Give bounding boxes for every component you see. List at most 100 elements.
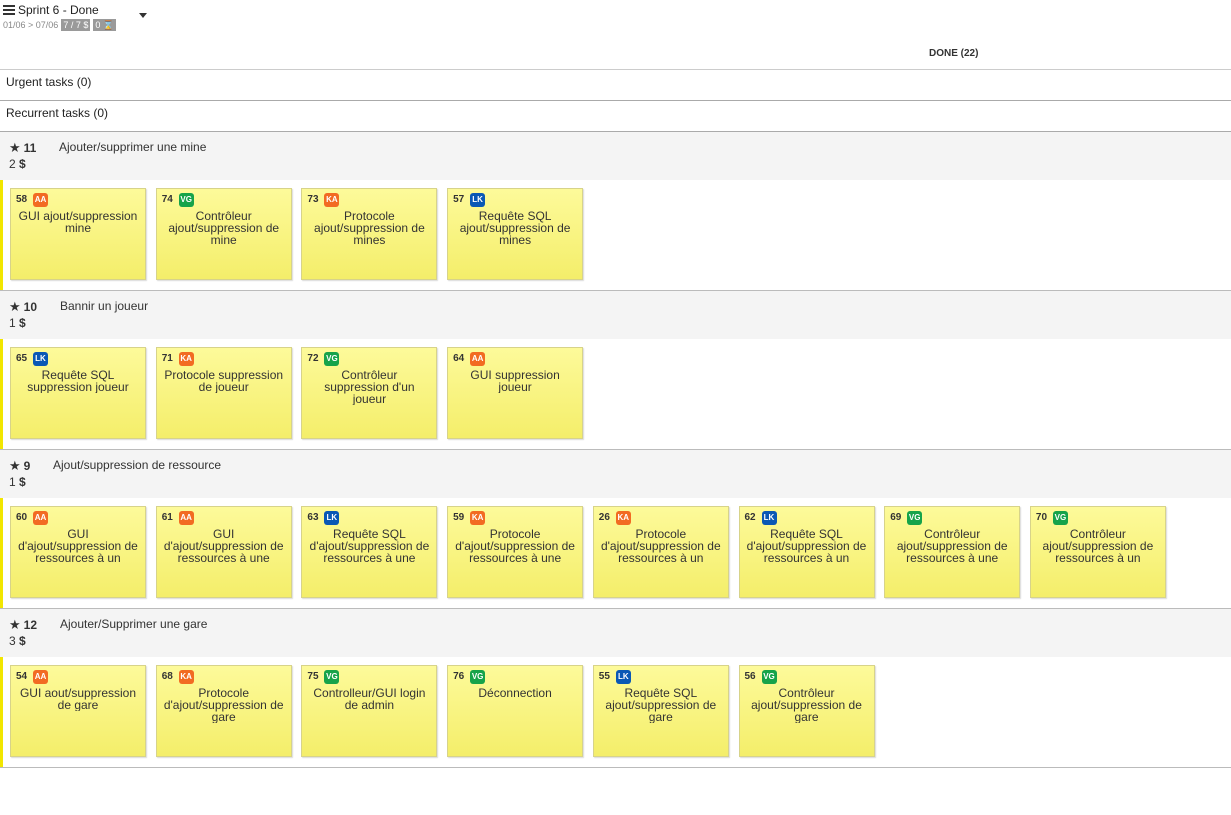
- user-avatar: KA: [615, 511, 631, 525]
- star-icon: ★: [9, 299, 21, 314]
- task-id: 64: [453, 353, 465, 364]
- sprint-header: Sprint 6 - Done 01/06 > 07/06 7 / 7 $ 0 …: [0, 0, 1231, 70]
- task-card[interactable]: 72 VG Contrôleur suppression d'un joueur: [301, 347, 438, 439]
- task-card[interactable]: 26 KA Protocole d'ajout/suppression de res…: [592, 506, 729, 598]
- story-points-value: 2: [9, 157, 16, 171]
- user-avatar: AA: [178, 511, 194, 525]
- task-id: 62: [744, 512, 756, 523]
- story-header[interactable]: ★ 9 Ajout/suppression de ressource 1 $: [0, 450, 1231, 498]
- task-text: Protocole ajout/suppression de mines: [314, 210, 425, 246]
- sprint-meta: 01/06 > 07/06 7 / 7 $ 0 ⌛: [3, 19, 117, 31]
- story-points: 1 $: [9, 316, 26, 330]
- task-card[interactable]: 63 LK Requête SQL d'ajout/suppression de r…: [301, 506, 438, 598]
- sprint-list-icon: [3, 5, 15, 15]
- user-avatar: VG: [324, 352, 340, 366]
- task-card[interactable]: 60 AA GUI d'ajout/suppression de ressource…: [10, 506, 146, 598]
- task-cards: 60 AA GUI d'ajout/suppression de ressource…: [0, 498, 1231, 608]
- story-id: 12: [23, 618, 38, 632]
- task-text: Contrôleur ajout/suppression de mine: [168, 210, 280, 246]
- story-number: ★ 10: [9, 299, 37, 315]
- story-number: ★ 9: [9, 458, 30, 474]
- task-card[interactable]: 59 KA Protocole d'ajout/suppression de res…: [447, 506, 584, 598]
- urgent-tasks-row[interactable]: Urgent tasks (0): [0, 70, 1231, 101]
- task-id: 26: [598, 512, 610, 523]
- recurrent-tasks-label: Recurrent tasks (0): [6, 106, 109, 120]
- task-text: Controlleur/GUI login de admin: [313, 687, 426, 711]
- recurrent-tasks-row[interactable]: Recurrent tasks (0): [0, 101, 1231, 132]
- story-id: 11: [23, 141, 37, 155]
- task-card[interactable]: 73 KA Protocole ajout/suppression de mines: [301, 188, 438, 280]
- user-avatar: LK: [761, 511, 777, 525]
- column-header-done: DONE (22): [929, 48, 979, 59]
- task-id: 69: [890, 512, 902, 523]
- task-card[interactable]: 61 AA GUI d'ajout/suppression de ressource…: [155, 506, 292, 598]
- task-card[interactable]: 71 KA Protocole suppression de joueur: [155, 347, 292, 439]
- star-icon: ★: [9, 140, 21, 155]
- story-number: ★ 12: [9, 617, 37, 633]
- task-cards: 65 LK Requête SQL suppression joueur 71 KA Pr…: [0, 339, 1231, 449]
- task-id: 68: [161, 671, 173, 682]
- task-text: GUI ajout/suppression mine: [18, 210, 138, 234]
- story-header[interactable]: ★ 12 Ajouter/Supprimer une gare 3 $: [0, 609, 1231, 657]
- urgent-tasks-label: Urgent tasks (0): [6, 75, 92, 89]
- task-id: 57: [453, 194, 465, 205]
- dollar-icon: $: [19, 157, 26, 171]
- task-card[interactable]: 76 VG Déconnection: [447, 665, 584, 757]
- story-points-value: 1: [9, 316, 16, 330]
- user-avatar: KA: [178, 670, 194, 684]
- task-cards: 54 AA GUI aout/suppression de gare 68 KA Prot…: [0, 657, 1231, 767]
- points-badge: 7 / 7 $: [61, 19, 91, 31]
- task-card[interactable]: 64 AA GUI suppression joueur: [447, 347, 584, 439]
- story-header[interactable]: ★ 10 Bannir un joueur 1 $: [0, 291, 1231, 339]
- task-text: Requête SQL ajout/suppression de gare: [605, 687, 717, 723]
- task-card[interactable]: 56 VG Contrôleur ajout/suppression de gare: [738, 665, 875, 757]
- story-points-value: 1: [9, 475, 16, 489]
- sprint-selector[interactable]: Sprint 6 - Done: [3, 3, 99, 17]
- story-points: 2 $: [9, 157, 26, 171]
- task-card[interactable]: 57 LK Requête SQL ajout/suppression de min…: [447, 188, 584, 280]
- task-id: 71: [161, 353, 173, 364]
- task-text: Déconnection: [478, 687, 552, 699]
- task-text: Requête SQL suppression joueur: [27, 369, 129, 393]
- task-id: 65: [16, 353, 28, 364]
- story-points: 1 $: [9, 475, 26, 489]
- story-title[interactable]: Bannir un joueur: [60, 299, 148, 313]
- task-card[interactable]: 65 LK Requête SQL suppression joueur: [10, 347, 146, 439]
- user-avatar: VG: [761, 670, 777, 684]
- user-avatar: LK: [324, 511, 340, 525]
- task-card[interactable]: 70 VG Contrôleur ajout/suppression de ress…: [1029, 506, 1166, 598]
- task-text: Requête SQL d'ajout/suppression de resso…: [309, 528, 430, 564]
- task-id: 70: [1035, 512, 1048, 523]
- dollar-icon: $: [19, 475, 26, 489]
- task-card[interactable]: 69 VG Contrôleur ajout/suppression de ress…: [884, 506, 1021, 598]
- user-avatar: AA: [470, 352, 486, 366]
- user-avatar: KA: [324, 193, 340, 207]
- task-id: 63: [307, 512, 319, 523]
- task-text: Contrôleur suppression d'un joueur: [324, 369, 415, 405]
- story-title[interactable]: Ajouter/supprimer une mine: [59, 140, 206, 154]
- task-id: 73: [307, 194, 319, 205]
- task-card[interactable]: 74 VG Contrôleur ajout/suppression de mine: [155, 188, 292, 280]
- task-id: 76: [453, 671, 465, 682]
- task-card[interactable]: 55 LK Requête SQL ajout/suppression de gar…: [592, 665, 729, 757]
- task-text: Contrôleur ajout/suppression de ressourc…: [1042, 528, 1154, 564]
- chevron-down-icon[interactable]: [139, 13, 147, 18]
- task-card[interactable]: 68 KA Protocole d'ajout/suppression de gar…: [155, 665, 292, 757]
- story-header[interactable]: ★ 11 Ajouter/supprimer une mine 2 $: [0, 132, 1231, 180]
- task-card[interactable]: 58 AA GUI ajout/suppression mine: [10, 188, 146, 280]
- user-avatar: VG: [907, 511, 923, 525]
- task-card[interactable]: 62 LK Requête SQL d'ajout/suppression de r…: [738, 506, 875, 598]
- user-avatar: AA: [33, 670, 48, 684]
- user-avatar: LK: [615, 670, 631, 684]
- task-id: 60: [16, 512, 28, 523]
- story-title[interactable]: Ajouter/Supprimer une gare: [60, 617, 207, 631]
- story-row: ★ 10 Bannir un joueur 1 $ 65 LK Requête SQL su…: [0, 291, 1231, 450]
- task-id: 74: [161, 194, 173, 205]
- dollar-icon: $: [19, 634, 26, 648]
- story-id: 9: [23, 459, 31, 473]
- task-card[interactable]: 54 AA GUI aout/suppression de gare: [10, 665, 146, 757]
- task-text: Contrôleur ajout/suppression de ressourc…: [896, 528, 1008, 564]
- task-card[interactable]: 75 VG Controlleur/GUI login de admin: [301, 665, 438, 757]
- task-id: 56: [744, 671, 756, 682]
- story-title[interactable]: Ajout/suppression de ressource: [53, 458, 221, 472]
